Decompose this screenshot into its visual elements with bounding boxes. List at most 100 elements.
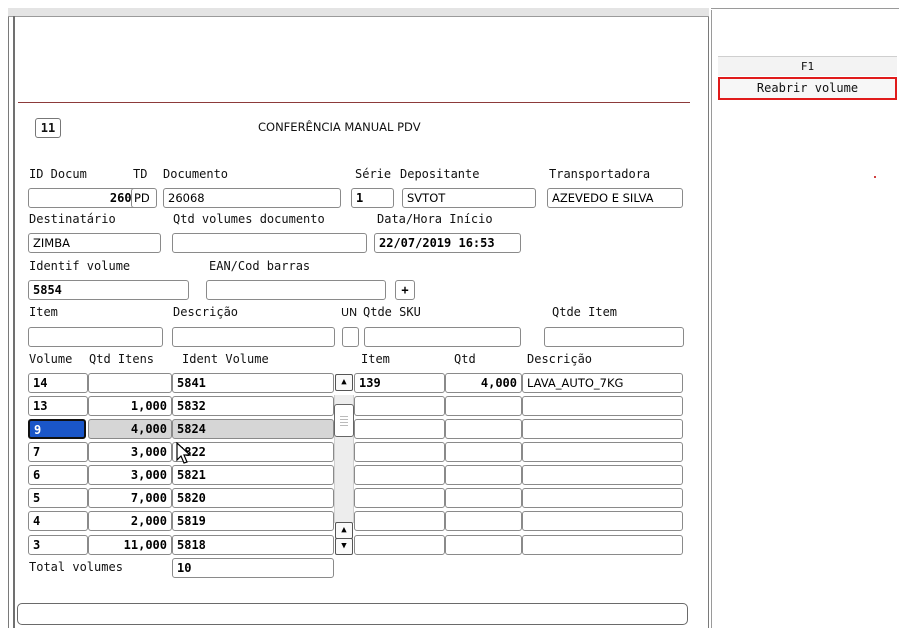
- qtd-itens-cell[interactable]: [88, 373, 172, 393]
- descricao-cell[interactable]: [522, 419, 683, 439]
- label-descricao: Descrição: [173, 305, 239, 319]
- ean-cod-barras-field[interactable]: [206, 280, 386, 300]
- label-qtde-sku: Qtde SKU: [363, 305, 421, 319]
- qtd-cell[interactable]: [445, 442, 522, 462]
- label-transportadora: Transportadora: [549, 167, 651, 181]
- label-identif-volume: Identif volume: [29, 259, 131, 273]
- label-un: UN: [341, 306, 358, 319]
- qtd-itens-cell[interactable]: 4,000: [88, 419, 172, 439]
- mouse-cursor-icon: [176, 442, 192, 464]
- item-cell[interactable]: [354, 511, 445, 531]
- serie-field[interactable]: 1: [351, 188, 394, 208]
- label-serie: Série: [355, 167, 392, 181]
- grip-icon: [340, 414, 348, 426]
- qtd-cell[interactable]: [445, 465, 522, 485]
- header-qtd-itens: Qtd Itens: [89, 352, 155, 366]
- qtde-item-field[interactable]: [544, 327, 684, 347]
- screen-code-badge: 11: [35, 118, 61, 138]
- ident-volume-cell[interactable]: 5841: [172, 373, 334, 393]
- qtde-sku-field[interactable]: [364, 327, 521, 347]
- transportadora-field[interactable]: AZEVEDO E SILVA: [547, 188, 683, 208]
- descricao-cell[interactable]: LAVA_AUTO_7KG: [522, 373, 683, 393]
- qtd-volumes-documento-field[interactable]: [172, 233, 367, 253]
- qtd-itens-cell[interactable]: 11,000: [88, 535, 172, 555]
- item-cell[interactable]: 139: [354, 373, 445, 393]
- label-depositante: Depositante: [400, 167, 480, 181]
- volume-cell[interactable]: 5: [28, 488, 88, 508]
- label-item: Item: [29, 305, 58, 319]
- header-volume: Volume: [29, 352, 73, 366]
- header-qtd: Qtd: [454, 352, 476, 366]
- side-panel: [711, 10, 899, 628]
- add-button[interactable]: +: [395, 280, 415, 300]
- header-ident-volume: Ident Volume: [182, 352, 269, 366]
- depositante-field[interactable]: SVTOT: [402, 188, 536, 208]
- header-descricao: Descrição: [527, 352, 593, 366]
- qtd-cell[interactable]: [445, 419, 522, 439]
- volume-cell[interactable]: 14: [28, 373, 88, 393]
- item-cell[interactable]: [354, 442, 445, 462]
- label-qtd-volumes-documento: Qtd volumes documento: [173, 212, 325, 226]
- label-documento: Documento: [163, 167, 229, 181]
- reopen-volume-button[interactable]: Reabrir volume: [718, 77, 897, 100]
- label-qtde-item: Qtde Item: [552, 305, 618, 319]
- item-field[interactable]: [28, 327, 163, 347]
- data-hora-inicio-field[interactable]: 22/07/2019 16:53: [374, 233, 521, 253]
- volume-cell[interactable]: 4: [28, 511, 88, 531]
- volume-cell[interactable]: 7: [28, 442, 88, 462]
- qtd-cell[interactable]: 4,000: [445, 373, 522, 393]
- item-cell[interactable]: [354, 465, 445, 485]
- qtd-itens-cell[interactable]: 1,000: [88, 396, 172, 416]
- ident-volume-cell[interactable]: 5818: [172, 535, 334, 555]
- descricao-field[interactable]: [172, 327, 335, 347]
- header-item: Item: [361, 352, 390, 366]
- descricao-cell[interactable]: [522, 442, 683, 462]
- scroll-up-icon-lower[interactable]: ▲: [335, 522, 353, 539]
- descricao-cell[interactable]: [522, 511, 683, 531]
- destinatario-field[interactable]: ZIMBA: [28, 233, 161, 253]
- page-title: CONFERÊNCIA MANUAL PDV: [258, 120, 421, 134]
- qtd-itens-cell[interactable]: 3,000: [88, 442, 172, 462]
- identif-volume-field[interactable]: 5854: [28, 280, 189, 300]
- ident-volume-cell[interactable]: 5832: [172, 396, 334, 416]
- documento-field[interactable]: 26068: [163, 188, 341, 208]
- label-td: TD: [133, 167, 148, 181]
- ident-volume-cell[interactable]: 5819: [172, 511, 334, 531]
- un-field[interactable]: [342, 327, 359, 347]
- volume-cell-focused[interactable]: 9: [28, 419, 86, 439]
- qtd-cell[interactable]: [445, 396, 522, 416]
- qtd-cell[interactable]: [445, 488, 522, 508]
- item-cell[interactable]: [354, 396, 445, 416]
- ident-volume-cell[interactable]: 5820: [172, 488, 334, 508]
- label-id-docum: ID Docum: [29, 167, 87, 181]
- descricao-cell[interactable]: [522, 465, 683, 485]
- qtd-cell[interactable]: [445, 511, 522, 531]
- qtd-cell[interactable]: [445, 535, 522, 555]
- scroll-down-icon[interactable]: ▼: [335, 538, 353, 555]
- volume-cell[interactable]: 6: [28, 465, 88, 485]
- ident-volume-cell[interactable]: 5824: [172, 419, 334, 439]
- volume-cell[interactable]: 3: [28, 535, 88, 555]
- descricao-cell[interactable]: [522, 535, 683, 555]
- header-separator: [18, 102, 690, 103]
- qtd-itens-cell[interactable]: 2,000: [88, 511, 172, 531]
- side-panel-top-line: [711, 8, 899, 9]
- item-cell[interactable]: [354, 488, 445, 508]
- total-volumes-field[interactable]: 10: [172, 558, 334, 578]
- item-cell[interactable]: [354, 419, 445, 439]
- scroll-up-icon[interactable]: ▲: [335, 374, 353, 391]
- label-destinatario: Destinatário: [29, 212, 116, 226]
- fkey-label: F1: [718, 56, 897, 76]
- volume-cell[interactable]: 13: [28, 396, 88, 416]
- descricao-cell[interactable]: [522, 488, 683, 508]
- label-ean-cod-barras: EAN/Cod barras: [209, 259, 311, 273]
- ident-volume-cell[interactable]: 5821: [172, 465, 334, 485]
- item-cell[interactable]: [354, 535, 445, 555]
- qtd-itens-cell[interactable]: 3,000: [88, 465, 172, 485]
- label-data-hora-inicio: Data/Hora Início: [377, 212, 493, 226]
- td-field[interactable]: PD: [131, 188, 157, 208]
- decorative-dot: [874, 176, 876, 178]
- qtd-itens-cell[interactable]: 7,000: [88, 488, 172, 508]
- descricao-cell[interactable]: [522, 396, 683, 416]
- ident-volume-cell[interactable]: 5822: [172, 442, 334, 462]
